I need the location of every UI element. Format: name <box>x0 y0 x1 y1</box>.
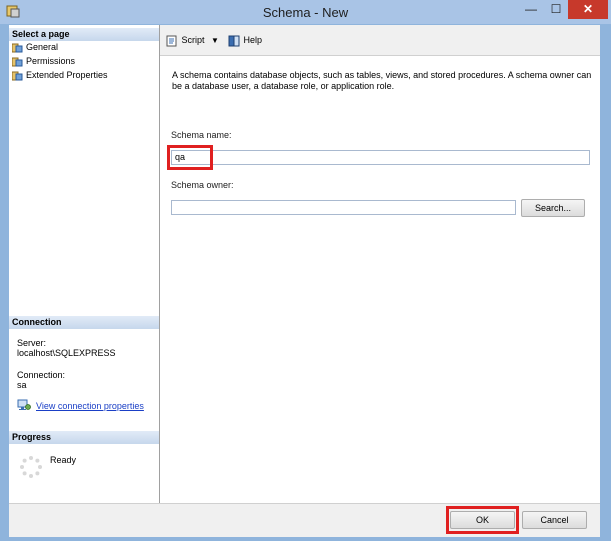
progress-header: Progress <box>9 431 159 444</box>
connection-header: Connection <box>9 316 159 329</box>
ok-button-highlight <box>446 506 519 534</box>
page-item-label: Extended Properties <box>26 70 108 80</box>
page-icon <box>11 57 23 67</box>
general-page: A schema contains database objects, such… <box>160 56 600 503</box>
help-label: Help <box>243 35 263 45</box>
page-item-label: Permissions <box>26 56 76 66</box>
page-item-general[interactable]: General <box>11 41 59 54</box>
schema-name-highlight <box>167 145 213 170</box>
help-button[interactable]: Help <box>228 34 262 47</box>
view-connection-properties-link[interactable]: View connection properties <box>36 401 144 411</box>
page-icon <box>11 71 23 81</box>
server-value: localhost\SQLEXPRESS <box>17 348 116 358</box>
progress-spinner-icon <box>20 456 42 478</box>
script-button[interactable]: Script ▼ <box>166 34 219 47</box>
cancel-button[interactable]: Cancel <box>522 511 587 529</box>
title-bar: Schema - New — ☐ ✕ <box>0 0 611 24</box>
dialog-footer: OK Cancel <box>9 503 600 537</box>
connection-properties-icon <box>17 399 31 410</box>
help-icon <box>228 35 240 47</box>
minimize-button[interactable]: — <box>518 0 544 19</box>
connection-label: Connection: <box>17 370 66 380</box>
progress-status: Ready <box>50 455 77 465</box>
schema-name-input[interactable] <box>171 150 590 165</box>
schema-description: A schema contains database objects, such… <box>172 70 592 91</box>
page-item-permissions[interactable]: Permissions <box>11 55 76 68</box>
close-button[interactable]: ✕ <box>568 0 608 19</box>
maximize-button[interactable]: ☐ <box>544 0 568 19</box>
page-item-label: General <box>26 42 59 52</box>
chevron-down-icon[interactable]: ▼ <box>211 36 219 45</box>
page-item-extended-properties[interactable]: Extended Properties <box>11 69 108 82</box>
toolbar: Script ▼ Help <box>160 25 600 56</box>
connection-value: sa <box>17 380 27 390</box>
schema-name-label: Schema name: <box>171 130 232 140</box>
schema-owner-label: Schema owner: <box>171 180 234 190</box>
select-page-header: Select a page <box>9 28 159 41</box>
page-icon <box>11 43 23 53</box>
dialog-window: Schema - New — ☐ ✕ Select a page General… <box>0 0 611 541</box>
script-icon <box>166 35 177 47</box>
search-button[interactable]: Search... <box>521 199 585 217</box>
schema-owner-input[interactable] <box>171 200 516 215</box>
right-pane: Script ▼ Help A schema contains database… <box>160 25 600 503</box>
server-label: Server: <box>17 338 47 348</box>
left-pane: Select a page General Permissions Extend… <box>9 25 160 503</box>
script-label: Script <box>181 35 205 45</box>
